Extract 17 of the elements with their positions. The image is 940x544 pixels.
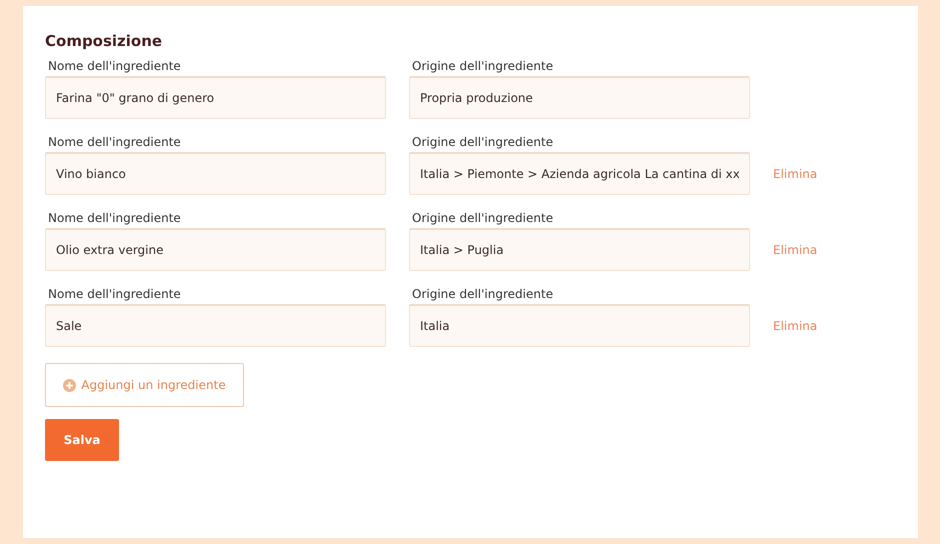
- plus-circle-icon: [63, 378, 76, 392]
- field-label: Nome dell'ingrediente: [47, 135, 182, 151]
- field-label: Nome dell'ingrediente: [47, 211, 182, 227]
- input-field[interactable]: Italia: [409, 304, 750, 347]
- input-field[interactable]: Farina "0" grano di genero: [45, 76, 386, 119]
- input-field[interactable]: Olio extra vergine: [45, 228, 386, 271]
- field-label: Origine dell'ingrediente: [411, 287, 554, 303]
- field-label: Origine dell'ingrediente: [411, 211, 554, 227]
- field-label: Origine dell'ingrediente: [411, 59, 554, 75]
- input-field[interactable]: Italia > Puglia: [409, 228, 750, 271]
- field-label: Origine dell'ingrediente: [411, 135, 554, 151]
- input-field[interactable]: Vino bianco: [45, 152, 386, 195]
- field-label: Nome dell'ingrediente: [47, 287, 182, 303]
- input-field[interactable]: Propria produzione: [409, 76, 750, 119]
- field-label: Nome dell'ingrediente: [47, 59, 182, 75]
- section-title: Composizione: [45, 32, 164, 50]
- input-field[interactable]: Sale: [45, 304, 386, 347]
